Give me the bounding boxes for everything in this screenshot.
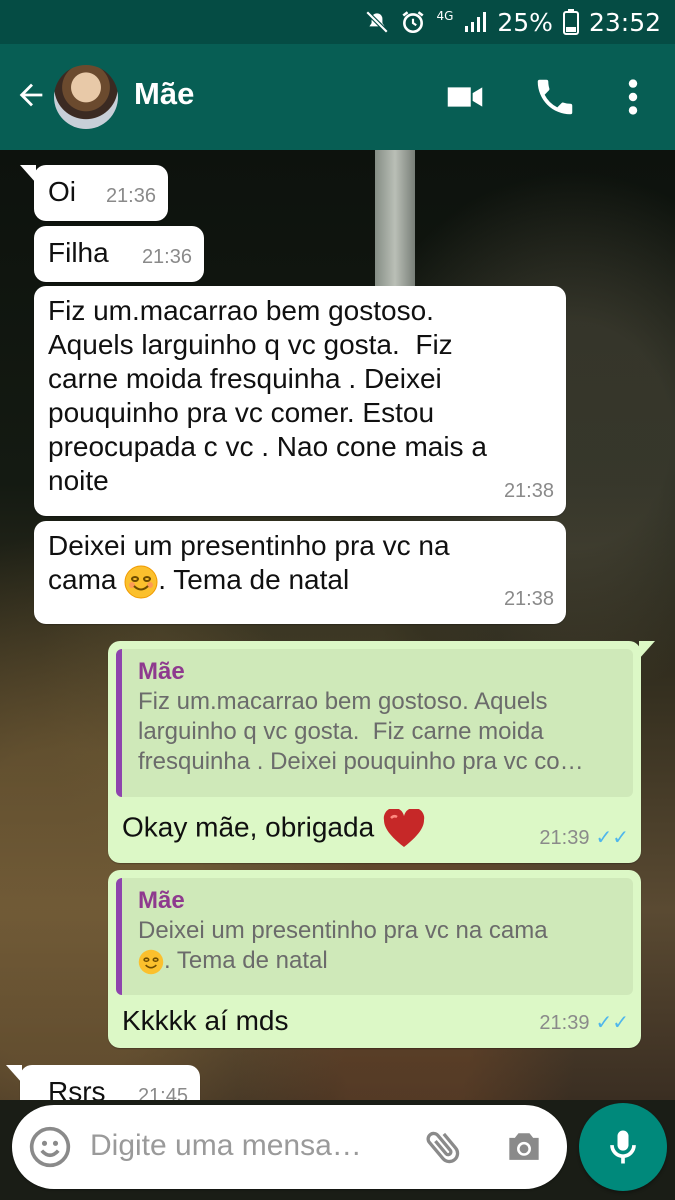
quoted-sender: Mãe xyxy=(138,887,185,914)
quoted-text: Fiz um.macarrao bem gostoso. Aquels larg… xyxy=(138,688,584,775)
message-text: Oi xyxy=(48,176,76,207)
battery-icon xyxy=(562,9,579,35)
message-line: cama . Tema de natal xyxy=(48,563,548,599)
outgoing-message[interactable]: Mãe Fiz um.macarrao bem gostoso. Aquels … xyxy=(108,641,655,863)
message-text-end: . Tema de natal xyxy=(158,564,350,595)
outgoing-message[interactable]: Mãe Deixei um presentinho pra vc na cama… xyxy=(108,870,641,1048)
more-options-icon[interactable] xyxy=(610,74,656,120)
battery-percent: 25% xyxy=(497,7,553,37)
incoming-message[interactable]: Rsrs 21:45 xyxy=(6,1065,200,1100)
message-input[interactable]: Digite uma mensa… xyxy=(90,1129,362,1163)
chat-area[interactable]: Oi 21:36 Filha 21:36 Fiz um.macarrao bem… xyxy=(0,150,675,1100)
incoming-message[interactable]: Oi 21:36 xyxy=(20,165,168,221)
camera-icon[interactable] xyxy=(502,1125,546,1169)
smiling-face-emoji-icon xyxy=(124,565,158,599)
mute-icon xyxy=(366,10,389,34)
attach-icon[interactable] xyxy=(422,1125,466,1169)
message-text: Rsrs xyxy=(48,1076,106,1100)
bubble-tail xyxy=(639,641,655,659)
network-type: 4G xyxy=(436,9,454,23)
quoted-message[interactable]: Mãe Fiz um.macarrao bem gostoso. Aquels … xyxy=(116,649,633,797)
message-text: Kkkkk aí mds xyxy=(122,1005,289,1036)
time-text: 21:39 xyxy=(539,827,590,849)
incoming-message[interactable]: Fiz um.macarrao bem gostoso. Aquels larg… xyxy=(34,286,566,516)
quoted-text-line2: . Tema de natal xyxy=(138,946,621,976)
status-bar: 4G 25% 23:52 xyxy=(0,0,675,44)
message-time: 21:39 ✓✓ xyxy=(539,1006,629,1040)
contact-name[interactable]: Mãe xyxy=(134,76,194,112)
time-text: 21:39 xyxy=(539,1012,590,1034)
quoted-text-end: . Tema de natal xyxy=(164,947,328,974)
chat-header: Mãe xyxy=(0,44,675,150)
message-time: 21:45 xyxy=(137,1085,188,1100)
message-line: Deixei um presentinho pra vc na xyxy=(48,530,450,561)
red-heart-emoji-icon xyxy=(383,809,425,847)
quoted-sender: Mãe xyxy=(138,658,185,685)
message-text: Okay mãe, obrigada xyxy=(122,809,426,849)
incoming-message[interactable]: Filha 21:36 xyxy=(34,226,204,282)
message-time: 21:36 xyxy=(141,246,192,268)
message-composer: Digite uma mensa… xyxy=(12,1105,567,1189)
signal-icon xyxy=(465,12,487,32)
message-time: 21:38 xyxy=(503,480,554,502)
message-text-main: Okay mãe, obrigada xyxy=(122,811,375,843)
back-arrow-icon[interactable] xyxy=(14,78,48,112)
quoted-text: Deixei um presentinho pra vc na cama xyxy=(138,917,548,944)
message-time: 21:36 xyxy=(105,185,156,207)
message-text: Fiz um.macarrao bem gostoso. Aquels larg… xyxy=(48,295,487,496)
wallpaper-tree xyxy=(375,150,415,290)
voice-call-icon[interactable] xyxy=(532,74,578,120)
alarm-icon xyxy=(402,11,424,34)
read-ticks-icon: ✓✓ xyxy=(595,827,629,849)
bubble-tail xyxy=(6,1065,22,1083)
message-word: cama xyxy=(48,564,117,595)
quoted-message[interactable]: Mãe Deixei um presentinho pra vc na cama… xyxy=(116,878,633,995)
clock: 23:52 xyxy=(588,7,661,37)
message-time: 21:38 xyxy=(503,588,554,610)
incoming-message[interactable]: Deixei um presentinho pra vc na cama . T… xyxy=(34,521,566,624)
message-text: Deixei um presentinho pra vc na cama . T… xyxy=(48,529,548,599)
video-call-icon[interactable] xyxy=(442,74,488,120)
microphone-button[interactable] xyxy=(579,1103,667,1191)
read-ticks-icon: ✓✓ xyxy=(595,1012,629,1034)
emoji-icon[interactable] xyxy=(28,1125,72,1169)
microphone-icon xyxy=(610,1130,636,1164)
bubble-tail xyxy=(20,165,36,183)
message-time: 21:39 ✓✓ xyxy=(539,821,629,855)
smiling-face-emoji-icon xyxy=(138,949,164,974)
message-text: Filha xyxy=(48,237,109,268)
contact-avatar[interactable] xyxy=(54,65,118,129)
